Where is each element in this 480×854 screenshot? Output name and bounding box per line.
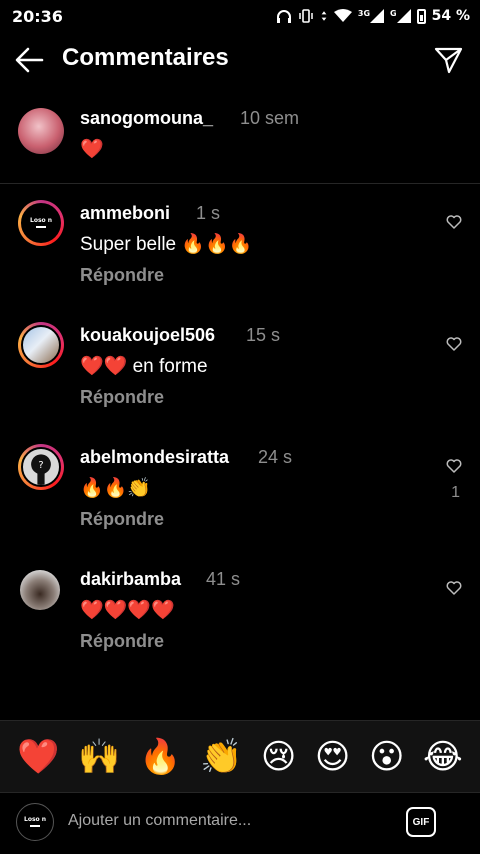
comment-time: 15 s <box>246 325 281 345</box>
divider <box>0 183 480 184</box>
comment-text: Super belle 🔥🔥🔥 <box>80 234 253 255</box>
emoji-bar: ❤️ 🙌 🔥 👏 😢 😍 😮 😂 <box>0 720 480 792</box>
emoji-surprised[interactable]: 😮 <box>369 740 404 774</box>
cell-signal: 3G <box>357 9 385 23</box>
signal-icon-2 <box>396 9 411 23</box>
emoji-heart-eyes[interactable]: 😍 <box>315 740 350 774</box>
comment-row: dakirbamba 41 s ❤️❤️❤️❤️ Répondre <box>0 566 480 666</box>
emoji-raised-hands[interactable]: 🙌 <box>78 740 120 774</box>
comment-text: ❤️❤️ en forme <box>80 356 208 377</box>
reply-button[interactable]: Répondre <box>80 265 164 286</box>
signal-icon <box>370 9 385 23</box>
comment-time: 41 s <box>206 569 241 589</box>
heart-outline-icon[interactable] <box>446 214 462 230</box>
like-count[interactable]: 1 <box>451 484 460 502</box>
data-arrows-icon <box>321 11 327 21</box>
comment-input[interactable]: Ajouter un commentaire... <box>68 812 251 830</box>
heart-outline-icon[interactable] <box>446 580 462 596</box>
caption-time: 10 sem <box>240 108 300 128</box>
battery-level: 54 % <box>431 8 470 24</box>
svg-text:?: ? <box>38 460 43 471</box>
comment-username[interactable]: ammeboni <box>80 203 170 224</box>
headphones-icon <box>276 10 291 23</box>
emoji-fire[interactable]: 🔥 <box>139 740 181 774</box>
header: Commentaires <box>0 36 480 84</box>
status-time: 20:36 <box>12 6 63 26</box>
caption-row: sanogomouna_ 10 sem ❤️ <box>0 104 480 184</box>
vibrate-icon <box>299 9 313 23</box>
comment-username[interactable]: kouakoujoel506 <box>80 325 215 346</box>
my-avatar: Loso n <box>16 803 54 841</box>
avatar[interactable] <box>18 108 64 154</box>
comment-composer: Loso n Ajouter un commentaire... GIF <box>0 792 480 854</box>
comment-text: ❤️❤️❤️❤️ <box>80 600 175 621</box>
heart-outline-icon[interactable] <box>446 336 462 352</box>
comment-time: 1 s <box>196 203 221 223</box>
comment-row: Loso n ammeboni 1 s Super belle 🔥🔥🔥 Répo… <box>0 200 480 300</box>
reply-button[interactable]: Répondre <box>80 387 164 408</box>
emoji-heart[interactable]: ❤️ <box>17 740 59 774</box>
signal-label: G <box>390 9 397 18</box>
battery-icon <box>416 8 426 24</box>
caption-username[interactable]: sanogomouna_ <box>80 108 213 129</box>
avatar-logo: Loso n <box>30 217 52 229</box>
caption-text: ❤️ <box>80 139 104 160</box>
avatar[interactable] <box>20 570 60 610</box>
comment-time: 24 s <box>258 447 293 467</box>
heart-outline-icon[interactable] <box>446 458 462 474</box>
gif-button[interactable]: GIF <box>406 807 436 837</box>
comment-row: kouakoujoel506 15 s ❤️❤️ en forme Répond… <box>0 322 480 422</box>
emoji-laughing[interactable]: 😂 <box>423 740 463 774</box>
emoji-clap[interactable]: 👏 <box>200 740 242 774</box>
comment-row: ? abelmondesiratta 24 s 🔥🔥👏 Répondre 1 <box>0 444 480 544</box>
my-avatar-logo: Loso n <box>24 816 46 828</box>
comment-username[interactable]: dakirbamba <box>80 569 181 590</box>
reply-button[interactable]: Répondre <box>80 631 164 652</box>
page-title: Commentaires <box>62 44 229 71</box>
network-type: 3G <box>357 9 371 18</box>
status-icons: 3G G 54 % <box>276 8 470 24</box>
comment-text: 🔥🔥👏 <box>80 478 151 499</box>
cell-signal-2: G <box>390 9 411 23</box>
back-arrow-icon[interactable] <box>14 46 46 74</box>
emoji-crying[interactable]: 😢 <box>261 740 296 774</box>
status-bar: 20:36 3G G 54 % <box>0 0 480 32</box>
reply-button[interactable]: Répondre <box>80 509 164 530</box>
silhouette-icon: ? <box>31 454 51 485</box>
wifi-icon <box>333 9 352 22</box>
avatar[interactable]: Loso n <box>18 200 64 246</box>
comment-username[interactable]: abelmondesiratta <box>80 447 229 468</box>
send-direct-icon[interactable] <box>434 46 464 74</box>
avatar[interactable]: ? <box>18 444 64 490</box>
avatar[interactable] <box>18 322 64 368</box>
